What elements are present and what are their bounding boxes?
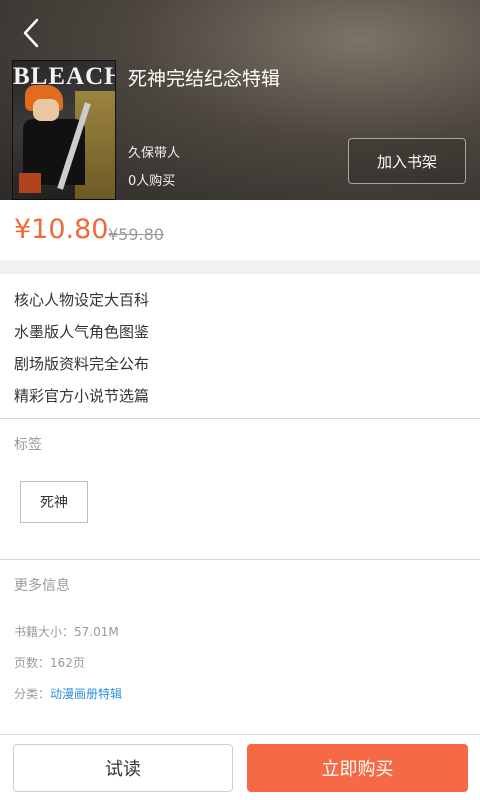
feature-item: 水墨版人气角色图鉴 xyxy=(14,323,150,341)
buy-now-button[interactable]: 立即购买 xyxy=(247,744,468,792)
file-size-row: 书籍大小：57.01M xyxy=(14,623,119,640)
book-cover-image: BLEACH xyxy=(12,60,116,200)
feature-item: 核心人物设定大百科 xyxy=(14,291,150,309)
divider xyxy=(0,418,480,419)
tag-chip[interactable]: 死神 xyxy=(20,481,88,523)
back-button[interactable] xyxy=(14,16,48,50)
divider xyxy=(0,559,480,560)
section-divider xyxy=(0,260,480,274)
category-label: 分类： xyxy=(14,687,51,701)
book-header: BLEACH 死神完结纪念特辑 久保带人 0人购买 加入书架 xyxy=(0,0,480,200)
add-to-shelf-button[interactable]: 加入书架 xyxy=(348,138,466,184)
buyer-count: 0人购买 xyxy=(128,174,176,189)
page-count-row: 页数：162页 xyxy=(14,654,85,671)
cover-logo: BLEACH xyxy=(13,63,116,90)
feature-item: 剧场版资料完全公布 xyxy=(14,355,150,373)
book-author: 久保带人 xyxy=(128,146,181,161)
tags-heading: 标签 xyxy=(14,437,42,453)
category-row: 分类：动漫画册特辑 xyxy=(14,685,122,702)
more-info-heading: 更多信息 xyxy=(14,578,70,594)
chevron-left-icon xyxy=(23,18,39,48)
try-read-button[interactable]: 试读 xyxy=(13,744,233,792)
current-price: ¥10.80 xyxy=(14,214,109,245)
feature-item: 精彩官方小说节选篇 xyxy=(14,387,150,405)
page-count-value: 162页 xyxy=(50,656,85,670)
feature-list: 核心人物设定大百科 水墨版人气角色图鉴 剧场版资料完全公布 精彩官方小说节选篇 xyxy=(14,284,149,412)
original-price: ¥59.80 xyxy=(108,225,164,244)
file-size-label: 书籍大小： xyxy=(14,625,75,639)
file-size-value: 57.01M xyxy=(74,625,119,639)
book-title: 死神完结纪念特辑 xyxy=(128,68,281,90)
page-count-label: 页数： xyxy=(14,656,51,670)
category-link[interactable]: 动漫画册特辑 xyxy=(50,687,122,701)
